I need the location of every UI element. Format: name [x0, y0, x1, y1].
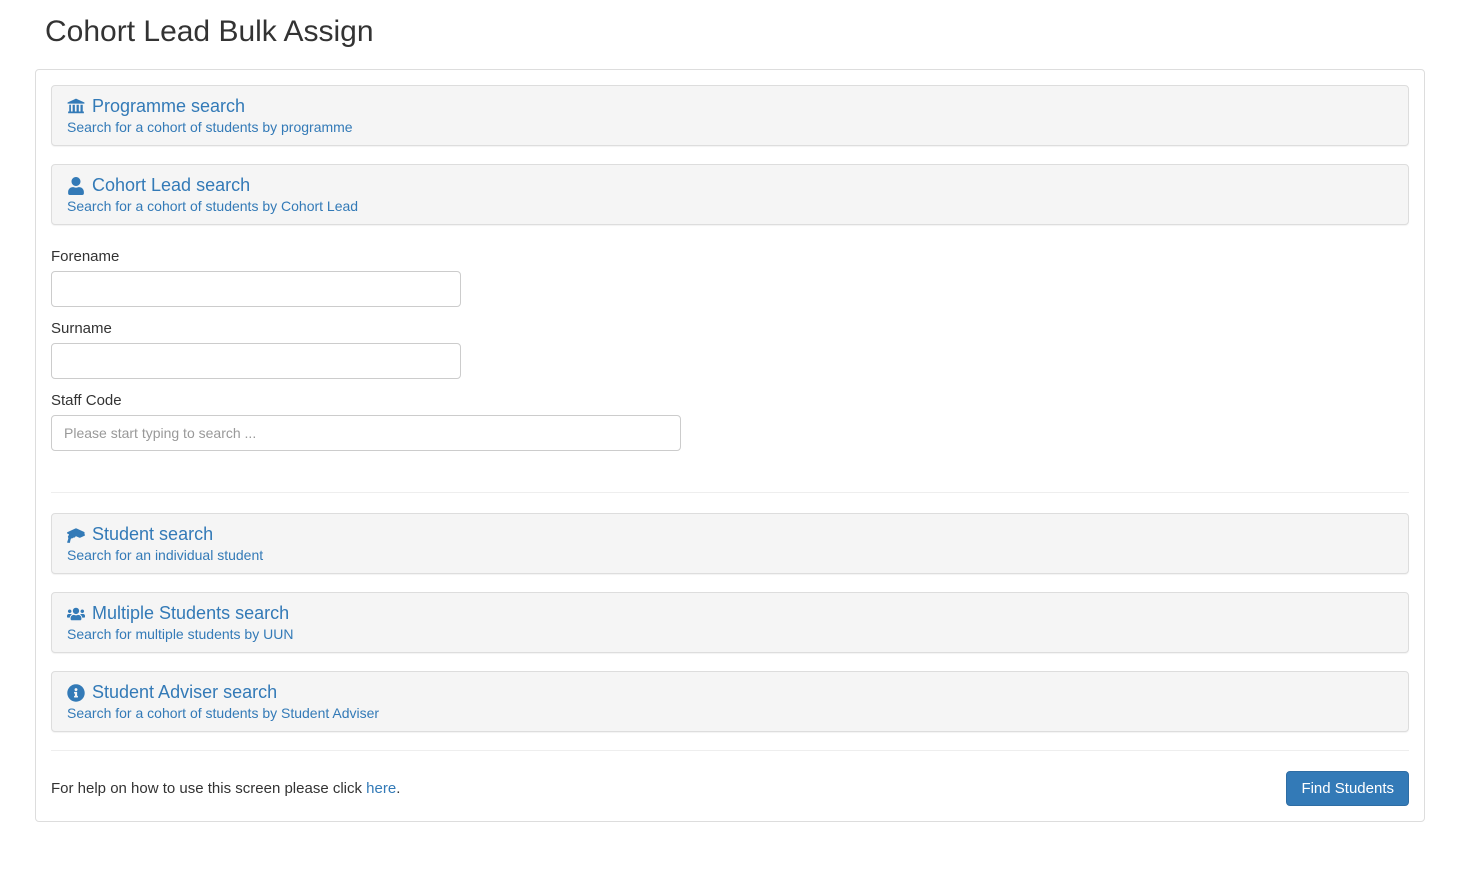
divider [51, 492, 1409, 493]
student-search-subtitle: Search for an individual student [67, 547, 1393, 563]
staff-code-label: Staff Code [51, 392, 1409, 409]
main-panel: Programme search Search for a cohort of … [35, 69, 1425, 822]
surname-label: Surname [51, 320, 1409, 337]
page-title: Cohort Lead Bulk Assign [45, 15, 1425, 49]
programme-search-title: Programme search [92, 96, 245, 117]
student-adviser-search-title: Student Adviser search [92, 682, 277, 703]
user-icon [67, 177, 85, 195]
cohort-lead-search-panel[interactable]: Cohort Lead search Search for a cohort o… [51, 164, 1409, 225]
divider [51, 750, 1409, 751]
help-link[interactable]: here [366, 780, 396, 797]
multiple-students-search-panel[interactable]: Multiple Students search Search for mult… [51, 592, 1409, 653]
surname-input[interactable] [51, 343, 461, 379]
find-students-button[interactable]: Find Students [1286, 771, 1409, 806]
student-adviser-search-subtitle: Search for a cohort of students by Stude… [67, 705, 1393, 721]
help-text: For help on how to use this screen pleas… [51, 780, 400, 797]
info-circle-icon [67, 684, 85, 702]
programme-search-subtitle: Search for a cohort of students by progr… [67, 119, 1393, 135]
graduation-cap-icon [67, 526, 85, 544]
forename-label: Forename [51, 248, 1409, 265]
student-search-title: Student search [92, 524, 213, 545]
forename-input[interactable] [51, 271, 461, 307]
users-icon [67, 605, 85, 623]
programme-search-panel[interactable]: Programme search Search for a cohort of … [51, 85, 1409, 146]
multiple-students-search-title: Multiple Students search [92, 603, 289, 624]
cohort-lead-search-title: Cohort Lead search [92, 175, 250, 196]
institution-icon [67, 98, 85, 116]
cohort-lead-form: Forename Surname Staff Code [51, 243, 1409, 474]
footer-row: For help on how to use this screen pleas… [51, 771, 1409, 806]
student-search-panel[interactable]: Student search Search for an individual … [51, 513, 1409, 574]
cohort-lead-search-subtitle: Search for a cohort of students by Cohor… [67, 198, 1393, 214]
multiple-students-search-subtitle: Search for multiple students by UUN [67, 626, 1393, 642]
student-adviser-search-panel[interactable]: Student Adviser search Search for a coho… [51, 671, 1409, 732]
staff-code-input[interactable] [51, 415, 681, 451]
